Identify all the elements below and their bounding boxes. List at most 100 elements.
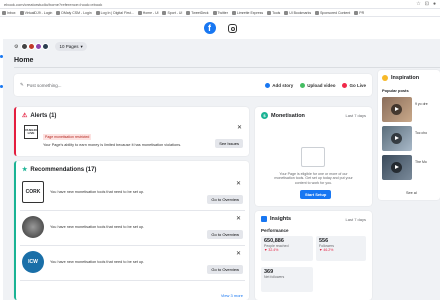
stat-label: Net followers [264, 275, 285, 279]
close-icon[interactable]: ✕ [236, 180, 241, 187]
go-to-overview-button[interactable]: Go to Overview [207, 265, 243, 274]
warning-icon: ⚠ [22, 113, 28, 119]
close-icon[interactable]: ✕ [236, 250, 241, 257]
bookmark-item[interactable]: DMaly CSM - Login [56, 10, 92, 15]
bookmark-item[interactable]: Home - Ul [137, 10, 158, 15]
page-title: Home [14, 57, 34, 64]
post-thumbnail[interactable] [382, 126, 412, 151]
post-thumbnail[interactable] [382, 155, 412, 180]
profile-icon[interactable]: ● [433, 1, 436, 7]
bookmark-icon [56, 10, 61, 15]
bookmark-item[interactable]: Twitter [212, 10, 228, 15]
monetisation-text: Your Page is eligible for one or more of… [274, 172, 353, 185]
go-to-overview-button[interactable]: Go to Overview [207, 230, 243, 239]
avatar [21, 43, 29, 50]
divider [14, 67, 440, 68]
bookmark-icon [354, 10, 359, 15]
stat-change: ▼ 32.4% [264, 248, 279, 252]
alerts-title: Alerts (1) [30, 112, 57, 119]
post-caption: 9 yo dre [415, 102, 428, 106]
recommendation-text: You have new monetisation tools that nee… [50, 190, 145, 194]
start-setup-button[interactable]: Start Setup [300, 190, 332, 199]
see-issues-button[interactable]: See Issues [215, 139, 243, 148]
page-logo: CORK [22, 181, 44, 203]
close-icon[interactable]: ✕ [237, 124, 242, 131]
sidebar-dot-icon[interactable] [0, 85, 3, 88]
bookmark-item[interactable]: Sport - Ul [162, 10, 182, 15]
sidebar-dot-icon[interactable] [0, 55, 3, 58]
chart-icon [261, 216, 267, 222]
bookmark-icon [95, 10, 100, 15]
go-live-button[interactable]: Go Live [342, 82, 366, 88]
create-post-card: ✎ Post something... Add story Upload vid… [14, 74, 372, 96]
insights-title: Insights [270, 216, 292, 222]
bookmark-item[interactable]: Limrette Express [231, 10, 263, 15]
pages-count-label: 10 Pages [59, 44, 79, 49]
recommendations-card: ★ Recommendations (17) CORK You have new… [14, 161, 249, 300]
facebook-icon[interactable]: f [203, 22, 216, 34]
page-selector[interactable]: ⚙ 10 Pages ▾ [14, 42, 87, 51]
performance-label: Performance [261, 228, 289, 233]
avatar [28, 43, 36, 50]
inspiration-title: Inspiration [391, 75, 420, 81]
bookmark-item[interactable]: Sponsored Content [315, 10, 350, 15]
bookmark-icon [315, 10, 320, 15]
see-all-link[interactable]: See al [406, 191, 417, 195]
page-logo: DUBLIN LIVE [24, 125, 38, 139]
upload-video-button[interactable]: Upload video [300, 82, 335, 88]
bookmark-item[interactable]: TweetDeck [186, 10, 209, 15]
star-icon: ★ [22, 167, 28, 173]
browser-address-bar[interactable]: ebook.com/creatorstudio/home?reference=h… [0, 0, 440, 9]
edit-icon: ✎ [20, 82, 24, 87]
period-dropdown[interactable]: Last 7 days [346, 113, 366, 118]
post-thumbnail[interactable] [382, 97, 412, 122]
bookmark-item[interactable]: Inbox [2, 10, 16, 15]
play-icon[interactable] [391, 133, 402, 144]
close-icon[interactable]: ✕ [236, 215, 241, 222]
list-item: You have new monetisation tools that nee… [20, 212, 245, 246]
bookmark-item[interactable]: Ul Bookmarks [284, 10, 311, 15]
play-icon[interactable] [391, 104, 402, 115]
stat-change: ▼ 46.2% [319, 248, 334, 252]
bookmark-icon [231, 10, 236, 15]
bookmark-icon [137, 10, 142, 15]
play-icon[interactable] [391, 162, 402, 173]
post-caption: The Mo [415, 160, 427, 164]
popular-posts-label: Popular posts [382, 88, 409, 93]
view-more-link[interactable]: View 3 more [221, 293, 243, 298]
stat-followers[interactable]: 556 Followers ▼ 46.2% [316, 236, 366, 261]
inspiration-card: Inspiration Popular posts 9 yo dre Toc c… [378, 70, 440, 200]
status-badge: Page monetisation restricted [43, 134, 92, 140]
bookmark-icon [19, 10, 24, 15]
bookmark-item[interactable]: PR [354, 10, 364, 15]
url-text[interactable]: ebook.com/creatorstudio/home?reference=h… [0, 2, 416, 7]
extensions-icon[interactable]: ⊡ [425, 1, 429, 7]
list-item: CORK You have new monetisation tools tha… [20, 177, 245, 211]
alert-text: Your Page's ability to earn money is lim… [43, 143, 182, 147]
bookmark-star-icon[interactable]: ☆ [416, 1, 420, 7]
stat-reached[interactable]: 650,886 People reached ▼ 32.4% [261, 236, 313, 261]
pages-dropdown[interactable]: 10 Pages ▾ [55, 42, 87, 51]
bookmark-item[interactable]: Tools [267, 10, 280, 15]
bookmark-icon [186, 10, 191, 15]
bookmark-item[interactable]: VirtualDJ9 - Login [19, 10, 52, 15]
bookmarks-bar: Inbox VirtualDJ9 - Login DMaly CSM - Login… [0, 9, 440, 17]
stat-net-followers[interactable]: 369 Net followers [261, 267, 313, 292]
post-placeholder: Post something... [26, 82, 62, 88]
instagram-icon[interactable] [227, 23, 237, 33]
dollar-icon: $ [261, 112, 268, 119]
bookmark-item[interactable]: Log In | Digital First... [95, 10, 134, 15]
recommendations-title: Recommendations (17) [30, 166, 97, 173]
monetisation-card: $ Monetisation Last 7 days Your Page is … [255, 107, 372, 206]
monetisation-illustration-icon [301, 147, 325, 167]
page-logo: ICW [22, 251, 44, 273]
bookmark-icon [212, 10, 217, 15]
add-story-button[interactable]: Add story [265, 82, 293, 88]
left-sidebar-strip [0, 39, 3, 300]
settings-gear-icon[interactable]: ⚙ [14, 44, 18, 50]
post-input[interactable]: ✎ Post something... [20, 82, 261, 88]
bookmark-icon [284, 10, 289, 15]
period-dropdown[interactable]: Last 7 days [346, 217, 366, 222]
go-to-overview-button[interactable]: Go to Overview [207, 195, 243, 204]
monetisation-title: Monetisation [271, 112, 305, 119]
